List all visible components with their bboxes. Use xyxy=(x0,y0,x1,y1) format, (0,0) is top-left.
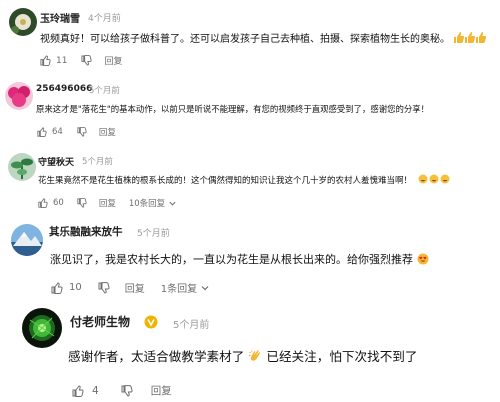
reply-count-label: 10条回复 xyxy=(128,199,166,209)
thumbs-up-icon xyxy=(453,32,487,46)
comment-actions: 11 回复 xyxy=(40,54,122,67)
comment-actions: 60 回复 10条回复 xyxy=(38,197,177,209)
reply-count-label: 1条回复 xyxy=(160,284,198,295)
laughing-face-icon xyxy=(418,174,450,187)
comment-actions: 10 回复 1条回复 xyxy=(51,280,210,295)
like-count: 60 xyxy=(53,198,64,208)
comment-text-body: 涨见识了，我是农村长大的，一直以为花生是从根长出来的。给你强烈推荐 xyxy=(50,253,413,266)
like-count: 4 xyxy=(92,384,99,397)
mountain-avatar-icon xyxy=(11,224,43,256)
like-button[interactable]: 60 xyxy=(38,198,64,208)
comment-text-before: 感谢作者，太适合做教学素材了 xyxy=(68,349,245,364)
thumbs-up-outline-icon xyxy=(37,127,47,137)
reply-button[interactable]: 回复 xyxy=(151,383,172,398)
comment-actions: 4 回复 xyxy=(72,383,172,398)
username[interactable]: 256496066 xyxy=(36,84,92,94)
timestamp: 5个月前 xyxy=(82,157,113,167)
view-replies-button[interactable]: 1条回复 xyxy=(161,280,210,295)
comment-text: 感谢作者，太适合做教学素材了 已经关注，怕下次找不到了 xyxy=(68,346,417,366)
thumbs-up-outline-icon xyxy=(40,55,51,66)
comment-text: 涨见识了，我是农村长大的，一直以为花生是从根长出来的。给你强烈推荐 xyxy=(50,251,429,268)
comment-actions: 64 回复 xyxy=(37,126,116,138)
thumbs-down-outline-icon xyxy=(81,55,93,66)
comment-text-body: 视频真好！可以给孩子做科普了。还可以启发孩子自己去种植、拍摄、探索植物生长的奥秘… xyxy=(40,34,450,45)
like-button[interactable]: 64 xyxy=(37,127,63,137)
user-avatar[interactable] xyxy=(8,153,36,181)
comment-text-after: 已经关注，怕下次找不到了 xyxy=(266,349,418,364)
thumbs-down-outline-icon xyxy=(77,127,87,137)
flower-avatar-icon xyxy=(9,8,37,36)
dislike-button[interactable] xyxy=(77,127,87,137)
user-avatar[interactable] xyxy=(22,308,62,348)
thumbs-up-outline-icon xyxy=(38,198,48,208)
username[interactable]: 付老师生物 xyxy=(70,313,130,330)
dislike-button[interactable] xyxy=(81,55,93,66)
username[interactable]: 其乐融融来放牛 xyxy=(49,224,123,239)
comment-text: 视频真好！可以给孩子做科普了。还可以启发孩子自己去种植、拍摄、探索植物生长的奥秘… xyxy=(40,30,487,46)
comment-text-body: 花生果竟然不是花生植株的根系长成的！这个偶然得知的知识让我这个几十岁的农村人羞愧… xyxy=(38,176,413,186)
user-avatar[interactable] xyxy=(5,82,33,110)
reply-button[interactable]: 回复 xyxy=(104,54,122,67)
like-count: 10 xyxy=(69,282,82,293)
user-avatar[interactable] xyxy=(9,8,37,36)
thumbs-down-outline-icon xyxy=(121,384,133,397)
dislike-button[interactable] xyxy=(121,384,133,397)
thumbs-down-outline-icon xyxy=(98,281,110,294)
timestamp: 5个月前 xyxy=(173,320,210,331)
clapping-hands-icon xyxy=(248,349,262,366)
username[interactable]: 玉玲瑞雪 xyxy=(40,10,80,25)
timestamp: 5个月前 xyxy=(137,229,170,239)
chevron-down-icon xyxy=(169,201,176,206)
timestamp: 5个月前 xyxy=(89,86,120,96)
chevron-down-icon xyxy=(201,285,209,290)
green-cell-avatar-icon xyxy=(22,308,62,348)
view-replies-button[interactable]: 10条回复 xyxy=(129,197,177,209)
like-button[interactable]: 4 xyxy=(72,385,99,397)
pink-flower-avatar-icon xyxy=(5,82,33,110)
like-button[interactable]: 11 xyxy=(40,55,67,66)
timestamp: 4个月前 xyxy=(88,14,121,24)
user-avatar[interactable] xyxy=(11,224,43,256)
like-button[interactable]: 10 xyxy=(51,281,82,294)
comment-text: 原来这才是"落花生"的基本动作，以前只是听说不能理解，有您的视频终于直观感受到了… xyxy=(36,104,429,114)
username[interactable]: 守望秋天 xyxy=(38,155,74,168)
verified-v-badge-icon xyxy=(144,314,158,329)
reply-button[interactable]: 回复 xyxy=(125,280,145,295)
reply-button[interactable]: 回复 xyxy=(99,197,116,209)
thumbs-down-outline-icon xyxy=(77,198,87,208)
like-count: 11 xyxy=(56,55,68,66)
thumbs-up-outline-icon xyxy=(72,384,84,397)
plant-avatar-icon xyxy=(8,153,36,181)
thumbs-up-outline-icon xyxy=(51,281,63,294)
dislike-button[interactable] xyxy=(77,198,87,208)
reply-button[interactable]: 回复 xyxy=(99,126,116,138)
heart-eyes-face-icon xyxy=(417,253,429,268)
comment-text: 花生果竟然不是花生植株的根系长成的！这个偶然得知的知识让我这个几十岁的农村人羞愧… xyxy=(38,174,450,187)
dislike-button[interactable] xyxy=(98,281,110,294)
like-count: 64 xyxy=(52,127,63,137)
